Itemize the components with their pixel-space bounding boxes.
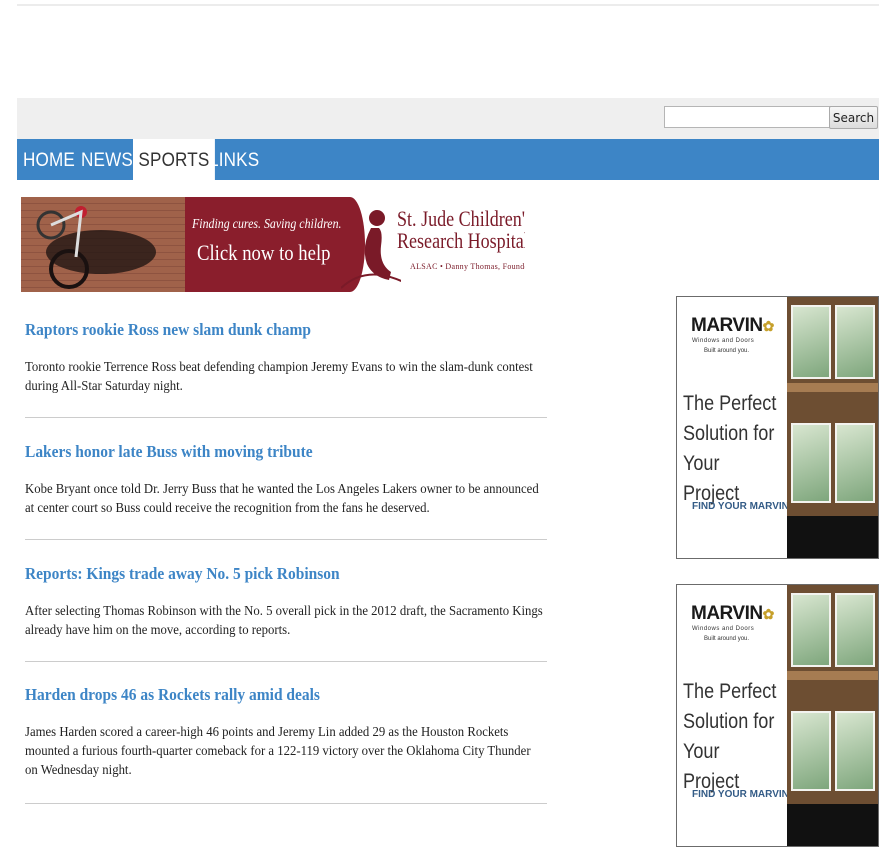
article-summary: Kobe Bryant once told Dr. Jerry Buss tha…: [25, 482, 539, 516]
st-jude-org-name: St. Jude Children's Research Hospital: [397, 206, 525, 253]
article-summary: James Harden scored a career-high 46 poi…: [25, 725, 531, 778]
main-nav: HOME NEWS SPORTS LINKS: [17, 139, 879, 180]
leaf-icon: ✿: [762, 318, 775, 334]
st-jude-child-logo-icon: [341, 210, 401, 289]
article-item: Harden drops 46 as Rockets rally amid de…: [25, 684, 547, 778]
banner-cta-text[interactable]: Click now to help: [197, 240, 330, 266]
header-top-border: [17, 4, 879, 6]
window-photo: [787, 297, 878, 558]
marvin-logo-sub: Windows and Doors: [692, 338, 755, 344]
marvin-logo: MARVIN✿: [691, 315, 775, 336]
article-divider: [25, 803, 547, 804]
banner-tagline: Finding cures. Saving children.: [192, 217, 342, 232]
article-divider: [25, 661, 547, 662]
article-title-link[interactable]: Reports: Kings trade away No. 5 pick Rob…: [25, 563, 500, 585]
article-item: Reports: Kings trade away No. 5 pick Rob…: [25, 563, 547, 638]
marvin-tagline: Built around you.: [704, 348, 750, 354]
marvin-tagline: Built around you.: [704, 636, 750, 642]
article-title-link[interactable]: Lakers honor late Buss with moving tribu…: [25, 441, 500, 463]
st-jude-org-sub: ALSAC • Danny Thomas, Founder: [410, 262, 525, 271]
search-input[interactable]: [664, 106, 832, 128]
marvin-ad[interactable]: MARVIN✿ Windows and Doors Built around y…: [676, 296, 879, 559]
article-divider: [25, 539, 547, 540]
leaf-icon: ✿: [762, 606, 775, 622]
ad-cta-link[interactable]: FIND YOUR MARVIN ▸: [692, 789, 797, 800]
marvin-logo: MARVIN✿: [691, 603, 775, 624]
ad-headline: The Perfect Solution for Your Project: [683, 392, 777, 505]
article-divider: [25, 417, 547, 418]
article-summary: Toronto rookie Terrence Ross beat defend…: [25, 360, 533, 394]
ad-headline: The Perfect Solution for Your Project: [683, 680, 777, 793]
nav-item-links[interactable]: LINKS: [209, 139, 259, 180]
nav-item-home[interactable]: HOME: [23, 139, 75, 180]
article-title-link[interactable]: Raptors rookie Ross new slam dunk champ: [25, 319, 500, 341]
article-item: Lakers honor late Buss with moving tribu…: [25, 441, 547, 516]
bicycle-illustration: [36, 206, 156, 289]
marvin-logo-sub: Windows and Doors: [692, 626, 755, 632]
nav-item-sports[interactable]: SPORTS: [133, 139, 215, 180]
window-photo: [787, 585, 878, 846]
article-item: Raptors rookie Ross new slam dunk champ …: [25, 319, 547, 394]
ad-cta-link[interactable]: FIND YOUR MARVIN ▸: [692, 501, 797, 512]
search-bar: Search: [17, 98, 879, 139]
article-summary: After selecting Thomas Robinson with the…: [25, 604, 543, 638]
search-button[interactable]: Search: [829, 106, 878, 129]
nav-item-news[interactable]: NEWS: [81, 139, 133, 180]
st-jude-banner-ad[interactable]: Finding cures. Saving children. Click no…: [21, 197, 525, 292]
article-title-link[interactable]: Harden drops 46 as Rockets rally amid de…: [25, 684, 500, 706]
marvin-ad[interactable]: MARVIN✿ Windows and Doors Built around y…: [676, 584, 879, 847]
